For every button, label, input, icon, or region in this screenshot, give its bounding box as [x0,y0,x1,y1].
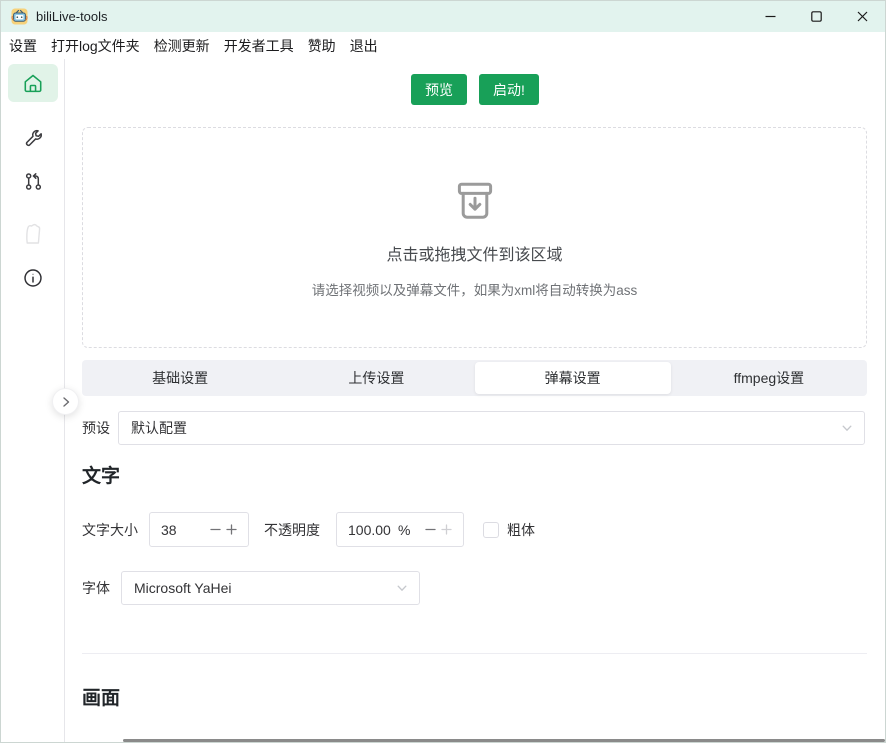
opacity-label: 不透明度 [264,520,320,540]
plus-icon [440,523,453,536]
app-body: 预览 启动! 点击或拖拽文件到该区域 请选择视频以及弹幕文件，如果为xml将自动… [1,59,885,742]
window-title: biliLive-tools [36,9,108,24]
preset-label: 预设 [82,418,110,438]
tab-danmu-settings[interactable]: 弹幕设置 [475,362,671,394]
maximize-icon [810,10,823,23]
font-size-increase-button[interactable] [223,520,239,540]
menu-item-sponsor[interactable]: 赞助 [308,36,336,56]
main-content: 预览 启动! 点击或拖拽文件到该区域 请选择视频以及弹幕文件，如果为xml将自动… [65,59,885,742]
chevron-down-icon [395,581,409,595]
screen-section-title: 画面 [82,683,120,710]
menu-item-devtools[interactable]: 开发者工具 [224,36,294,56]
font-family-label: 字体 [82,578,110,598]
text-controls-row: 文字大小 不透明度 % [82,512,865,547]
menu-item-exit[interactable]: 退出 [350,36,378,56]
start-button[interactable]: 启动! [479,74,539,105]
opacity-decrease-button[interactable] [422,520,438,540]
app-logo-icon [11,8,28,25]
opacity-value[interactable] [348,522,396,538]
dropzone-hint: 请选择视频以及弹幕文件，如果为xml将自动转换为ass [312,279,638,299]
info-icon [22,267,44,289]
chevron-down-icon [840,421,854,435]
sidebar-item-tools[interactable] [8,119,58,157]
minus-icon [209,523,222,536]
menubar: 设置 打开log文件夹 检测更新 开发者工具 赞助 退出 [1,32,885,59]
tab-basic-settings[interactable]: 基础设置 [82,362,278,394]
opacity-increase-button-disabled[interactable] [438,520,454,540]
chevron-right-icon [60,396,72,408]
close-button[interactable] [839,1,885,32]
minimize-button[interactable] [747,1,793,32]
plus-icon [225,523,238,536]
bold-checkbox-label[interactable]: 粗体 [507,520,535,540]
preset-select[interactable]: 默认配置 [118,411,865,445]
archive-upload-icon [451,177,499,225]
font-family-select[interactable]: Microsoft YaHei [121,571,420,605]
font-row: 字体 Microsoft YaHei [82,571,865,605]
home-icon [22,72,44,94]
font-size-decrease-button[interactable] [207,520,223,540]
tab-ffmpeg-settings[interactable]: ffmpeg设置 [671,362,867,394]
preset-row: 预设 默认配置 [82,411,865,445]
sidebar-item-home[interactable] [8,64,58,102]
settings-tabs: 基础设置 上传设置 弹幕设置 ffmpeg设置 [82,360,867,396]
preset-select-value: 默认配置 [131,418,840,438]
file-dropzone[interactable]: 点击或拖拽文件到该区域 请选择视频以及弹幕文件，如果为xml将自动转换为ass [82,127,867,348]
menu-item-settings[interactable]: 设置 [9,36,37,56]
preview-button[interactable]: 预览 [411,74,467,105]
menu-item-check-update[interactable]: 检测更新 [154,36,210,56]
action-buttons: 预览 启动! [65,74,885,105]
maximize-button[interactable] [793,1,839,32]
bold-checkbox[interactable] [483,522,499,538]
dropzone-title: 点击或拖拽文件到该区域 [386,241,562,265]
tab-upload-settings[interactable]: 上传设置 [278,362,474,394]
opacity-suffix: % [398,522,410,538]
clip-icon [21,220,45,246]
text-section-title: 文字 [82,461,120,488]
sidebar-item-clip[interactable] [8,214,58,252]
font-family-select-value: Microsoft YaHei [134,580,395,596]
font-size-value[interactable] [161,522,207,538]
close-icon [856,10,869,23]
git-compare-icon [23,171,44,192]
menu-item-open-log-folder[interactable]: 打开log文件夹 [51,36,140,56]
opacity-input[interactable]: % [336,512,464,547]
wrench-icon [23,128,44,149]
horizontal-scrollbar[interactable] [123,739,885,742]
font-size-input[interactable] [149,512,249,547]
minimize-icon [764,10,777,23]
app-window: biliLive-tools 设置 打开log文件夹 检测更新 开发者工具 赞助… [0,0,886,743]
font-size-label: 文字大小 [82,520,138,540]
titlebar: biliLive-tools [1,1,885,32]
sidebar-item-about[interactable] [8,259,58,297]
sidebar-expand-button[interactable] [52,388,79,415]
minus-icon [424,523,437,536]
section-divider [82,653,867,654]
sidebar-item-queue[interactable] [8,162,58,200]
window-controls [747,1,885,32]
